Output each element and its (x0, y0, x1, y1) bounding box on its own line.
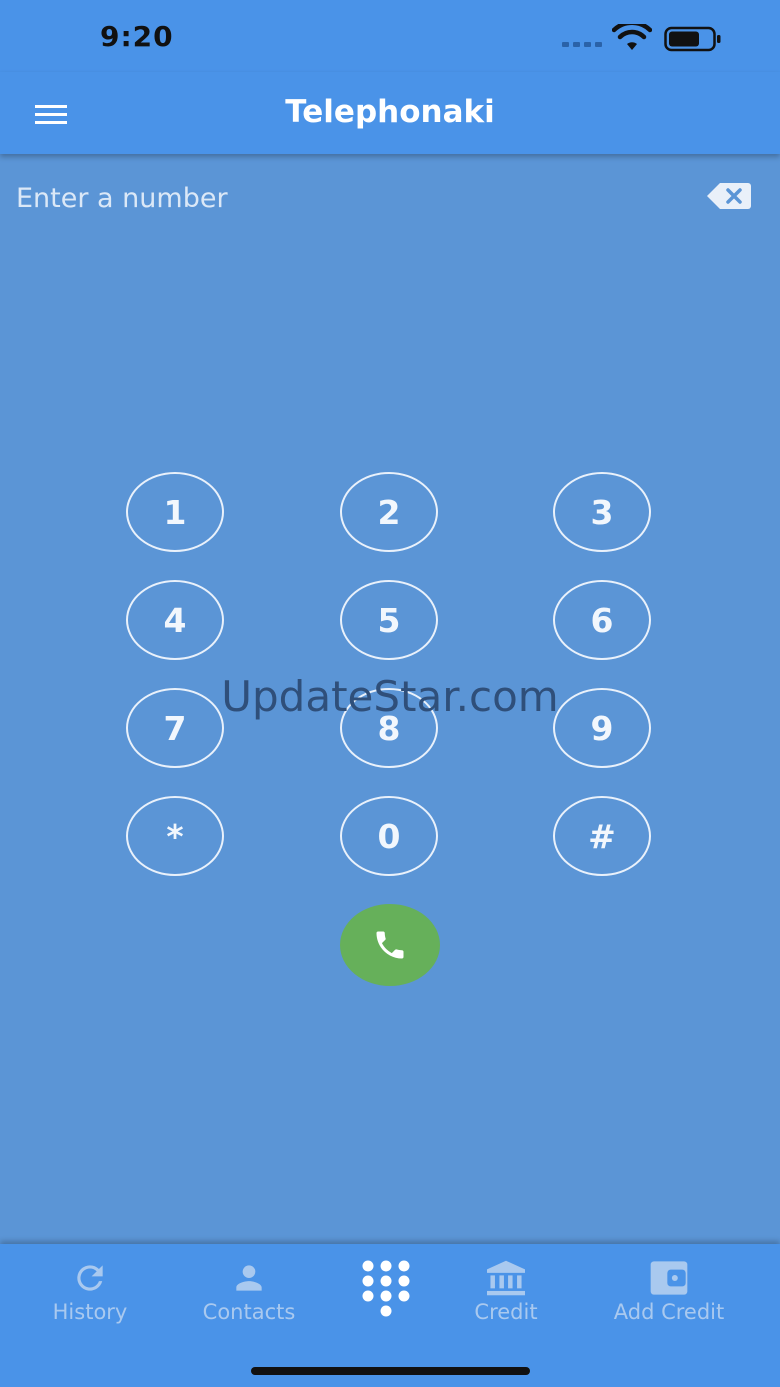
wifi-icon (612, 24, 652, 50)
nav-add-credit-label: Add Credit (613, 1300, 725, 1324)
key-3[interactable]: 3 (553, 472, 651, 552)
key-4[interactable]: 4 (126, 580, 224, 660)
nav-history-label: History (52, 1300, 128, 1324)
cellular-signal-icon (562, 42, 602, 47)
phone-icon (376, 931, 404, 959)
nav-credit[interactable]: Credit (456, 1258, 556, 1324)
app-title: Telephonaki (285, 94, 495, 130)
nav-contacts[interactable]: Contacts (188, 1258, 310, 1324)
nav-credit-label: Credit (474, 1300, 538, 1324)
phone-number-input[interactable] (14, 176, 688, 220)
nav-add-credit[interactable]: Add Credit (598, 1258, 740, 1324)
dialpad-icon (362, 1260, 410, 1317)
key-star[interactable]: * (126, 796, 224, 876)
key-hash[interactable]: # (553, 796, 651, 876)
key-2[interactable]: 2 (340, 472, 438, 552)
bottom-nav: History Contacts Credit Add Credit (0, 1244, 780, 1387)
nav-history[interactable]: History (30, 1258, 150, 1324)
battery-icon (664, 26, 721, 52)
key-5[interactable]: 5 (340, 580, 438, 660)
app-bar: Telephonaki (0, 72, 780, 154)
nav-dialpad[interactable] (346, 1258, 426, 1318)
status-time: 9:20 (100, 20, 174, 53)
refresh-icon (77, 1265, 103, 1291)
key-7[interactable]: 7 (126, 688, 224, 768)
key-6[interactable]: 6 (553, 580, 651, 660)
call-button[interactable] (340, 904, 440, 986)
bank-icon (487, 1260, 525, 1296)
nav-contacts-label: Contacts (202, 1300, 296, 1324)
key-8[interactable]: 8 (340, 688, 438, 768)
key-1[interactable]: 1 (126, 472, 224, 552)
backspace-icon[interactable] (706, 182, 752, 210)
home-indicator (251, 1367, 530, 1375)
status-bar: 9:20 (0, 0, 780, 72)
wallet-icon (650, 1261, 688, 1295)
person-icon (236, 1265, 262, 1291)
key-0[interactable]: 0 (340, 796, 438, 876)
key-9[interactable]: 9 (553, 688, 651, 768)
